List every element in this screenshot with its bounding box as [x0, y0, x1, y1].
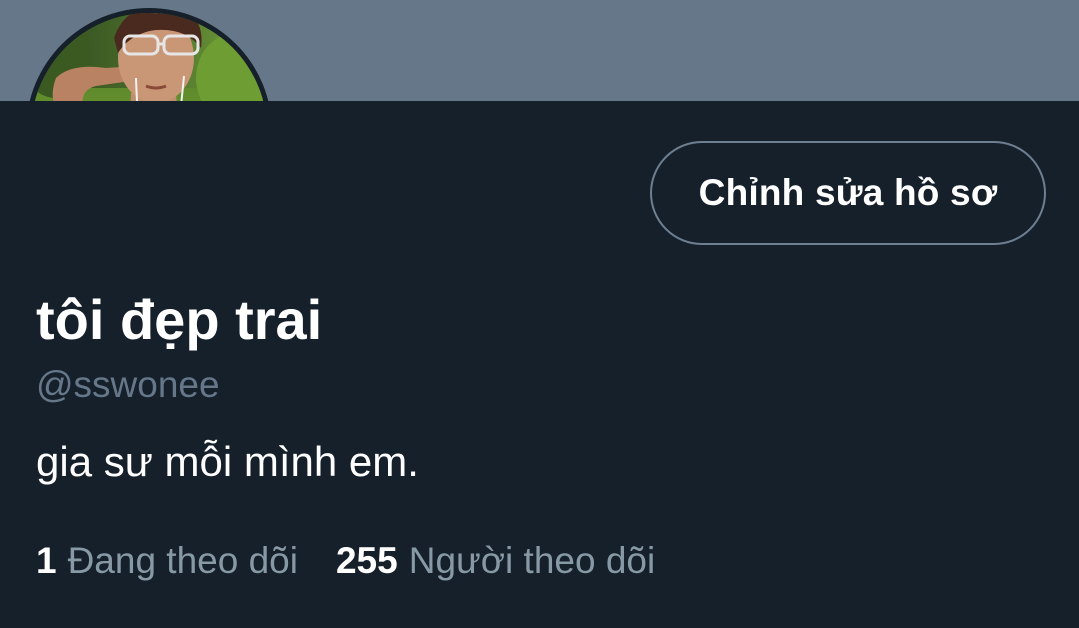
username-handle: @sswonee	[36, 364, 220, 405]
following-count: 1	[36, 540, 57, 581]
profile-stats: 1 Đang theo dõi 255 Người theo dõi	[36, 536, 655, 586]
following-stat-link[interactable]: 1 Đang theo dõi	[36, 536, 298, 586]
display-name: tôi đẹp trai	[36, 288, 323, 351]
followers-stat-link[interactable]: 255 Người theo dõi	[336, 536, 655, 586]
followers-label: Người theo dõi	[408, 540, 656, 581]
following-label: Đang theo dõi	[67, 540, 298, 581]
followers-count: 255	[335, 540, 398, 581]
edit-profile-button[interactable]: Chỉnh sửa hồ sơ	[650, 141, 1046, 245]
profile-bio: gia sư mỗi mình em.	[36, 438, 419, 485]
